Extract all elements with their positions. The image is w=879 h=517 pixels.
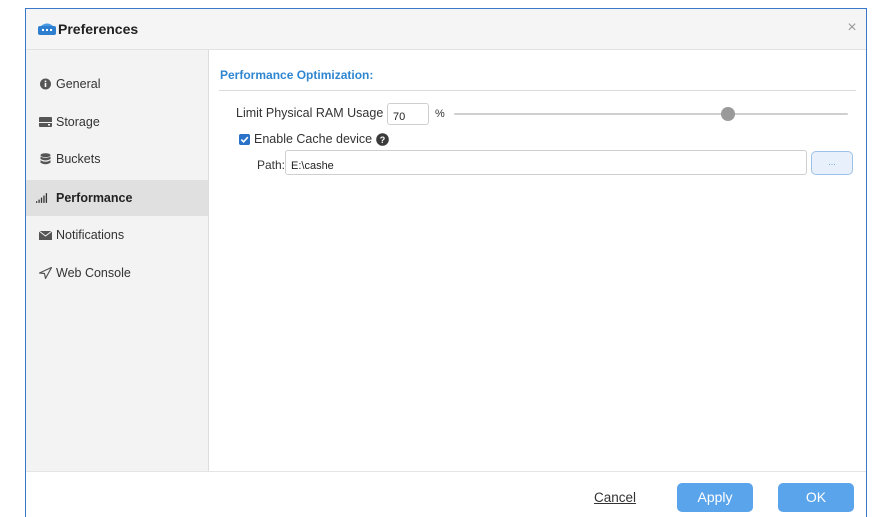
cancel-button[interactable]: Cancel (594, 490, 636, 505)
percent-unit: % (435, 108, 445, 120)
cache-checkbox-label[interactable]: Enable Cache device (254, 132, 372, 146)
window-title: Preferences (58, 21, 139, 37)
cache-checkbox[interactable] (239, 134, 250, 145)
sidebar-item-label: General (56, 77, 101, 91)
title-bar: Preferences × (26, 9, 866, 50)
database-icon (40, 153, 51, 165)
sidebar-item-notifications[interactable]: Notifications (26, 217, 208, 253)
dialog-footer: Cancel Apply OK (26, 471, 866, 517)
toolbox-icon (38, 23, 56, 35)
apply-button[interactable]: Apply (677, 483, 753, 512)
performance-panel: Performance Optimization: Limit Physical… (209, 50, 866, 472)
sidebar-item-performance[interactable]: Performance (26, 180, 208, 216)
ram-limit-label: Limit Physical RAM Usage (236, 106, 384, 120)
ram-slider-handle[interactable] (721, 107, 735, 121)
ok-button[interactable]: OK (778, 483, 854, 512)
sidebar-item-label: Notifications (56, 228, 125, 242)
section-divider (219, 90, 856, 91)
ram-slider-track[interactable] (454, 113, 848, 115)
hard-drive-icon (39, 117, 52, 127)
sidebar-item-web-console[interactable]: Web Console (26, 255, 208, 291)
section-title: Performance Optimization: (220, 68, 374, 82)
signal-bars-icon (36, 193, 48, 203)
sidebar-item-label: Web Console (56, 266, 131, 280)
send-icon (39, 267, 52, 279)
envelope-icon (39, 230, 52, 240)
path-label: Path: (257, 158, 286, 172)
sidebar-item-label: Buckets (56, 152, 101, 166)
svg-text:?: ? (380, 135, 386, 145)
info-icon (40, 78, 51, 90)
sidebar-item-general[interactable]: General (26, 66, 208, 102)
sidebar-item-label: Storage (56, 115, 100, 129)
preferences-dialog: Preferences × General Storage Buckets Pe… (25, 8, 867, 517)
sidebar-item-buckets[interactable]: Buckets (26, 141, 208, 177)
sidebar: General Storage Buckets Performance Noti… (26, 50, 209, 472)
sidebar-item-storage[interactable]: Storage (26, 104, 208, 140)
sidebar-item-label: Performance (56, 191, 133, 205)
ram-limit-input[interactable] (387, 103, 429, 125)
browse-button[interactable]: ... (811, 151, 853, 175)
question-circle-icon[interactable]: ? (376, 133, 389, 146)
cache-path-input[interactable] (285, 150, 807, 175)
close-icon[interactable]: × (844, 20, 860, 36)
